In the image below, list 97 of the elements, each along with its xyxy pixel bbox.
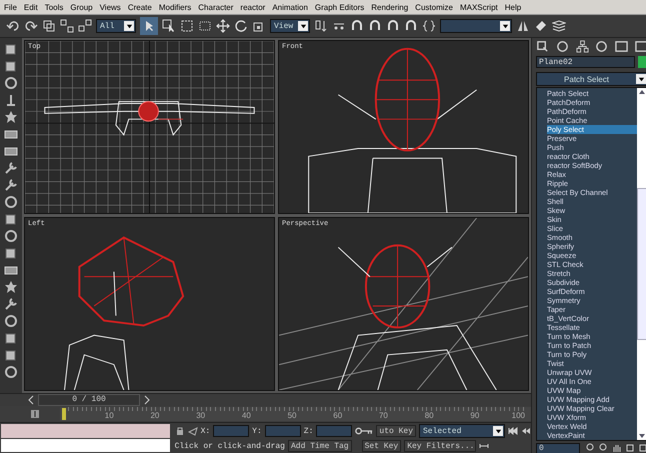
menu-item[interactable]: Create <box>128 2 152 12</box>
menu-item[interactable]: Help <box>504 2 522 12</box>
menu-item[interactable]: Group <box>70 2 93 12</box>
caret-icon <box>502 22 508 30</box>
set-key-button[interactable]: Set Key <box>362 440 402 452</box>
mirror-icon[interactable] <box>516 19 530 33</box>
script-listener-field[interactable] <box>1 424 170 438</box>
selection-filter-dropdown[interactable]: All <box>96 19 136 33</box>
frame-number: 10 <box>104 411 114 420</box>
frame-number: 30 <box>195 411 206 420</box>
move-icon[interactable] <box>216 19 230 33</box>
go-to-start-icon[interactable] <box>508 426 518 436</box>
trackbar-toggle-icon[interactable] <box>30 409 40 419</box>
box-icon[interactable] <box>4 212 18 226</box>
scrollbar[interactable] <box>637 88 646 440</box>
hierarchy-icon[interactable] <box>576 40 589 53</box>
coordinate-field[interactable] <box>264 425 301 437</box>
wrench-icon[interactable] <box>4 161 18 175</box>
object-color-swatch[interactable] <box>638 56 646 68</box>
monitor-icon[interactable] <box>615 40 628 53</box>
frame-number: 50 <box>286 411 296 420</box>
menu-item[interactable]: Rendering <box>371 2 408 12</box>
frame-number: 80 <box>424 411 434 420</box>
menu-item[interactable]: Character <box>198 2 234 12</box>
star-icon[interactable] <box>4 110 18 124</box>
layers-icon[interactable] <box>552 19 566 33</box>
frame-number: 100 <box>510 411 525 420</box>
key-filters-button[interactable]: Key Filters... <box>404 440 476 452</box>
menu-item[interactable]: Customize <box>415 2 453 12</box>
coordinate-label: X: <box>200 426 210 436</box>
rotate-icon[interactable] <box>234 19 248 33</box>
current-frame-field[interactable]: 0 <box>536 443 580 453</box>
caret-icon <box>494 428 502 434</box>
track-bar[interactable]: 10 20 30 40 50 60 70 80 90 100 <box>60 407 531 421</box>
coordinate-label: Y: <box>252 426 262 436</box>
frame-marker <box>62 408 66 420</box>
lock-icon[interactable] <box>174 426 185 436</box>
time-slider-handle[interactable]: 0 / 100 <box>38 394 140 406</box>
panel-icon[interactable] <box>634 40 646 53</box>
menu-item[interactable]: Edit <box>24 2 38 12</box>
menu-item[interactable]: Views <box>100 2 121 12</box>
coordinate-label: Z: <box>304 426 314 436</box>
select-by-name-icon[interactable] <box>162 19 176 33</box>
box-icon[interactable] <box>4 348 18 362</box>
circle-icon[interactable] <box>4 76 18 90</box>
frame-number: 60 <box>332 411 342 420</box>
scroll-down-icon[interactable] <box>638 432 646 440</box>
menu-item[interactable]: File <box>4 2 17 12</box>
menu-item[interactable]: reactor <box>240 2 266 12</box>
triangle-icon[interactable] <box>188 426 198 436</box>
box-icon[interactable] <box>638 443 646 453</box>
scroll-up-icon[interactable] <box>638 88 646 96</box>
link-icon[interactable] <box>42 19 56 33</box>
frame-number: 90 <box>469 411 480 420</box>
menu-item[interactable]: Animation <box>272 2 308 12</box>
star-icon[interactable] <box>4 280 18 294</box>
undo-icon[interactable] <box>6 19 20 33</box>
frame-number: 70 <box>378 411 388 420</box>
select-cursor-icon[interactable] <box>140 17 158 35</box>
previous-frame-icon[interactable] <box>521 426 531 436</box>
scrollbar-thumb[interactable] <box>637 188 646 340</box>
auto-key-button[interactable]: uto Key <box>376 425 416 437</box>
region-select-icon[interactable] <box>180 19 194 33</box>
caret-icon <box>300 22 306 30</box>
menu-item[interactable]: Tools <box>44 2 64 12</box>
frame-number: 40 <box>240 411 251 420</box>
status-prompt: Click or click-and-drag <box>174 442 285 450</box>
menu-item[interactable]: Graph Editors <box>314 2 364 12</box>
add-time-tag-button[interactable]: Add Time Tag <box>288 440 352 452</box>
wrench-icon[interactable] <box>4 297 18 311</box>
menu-item[interactable]: MAXScript <box>460 2 498 12</box>
caret-icon <box>638 76 644 82</box>
pivot-icon[interactable] <box>314 19 328 33</box>
bind-icon[interactable] <box>78 19 92 33</box>
named-selection-dropdown[interactable] <box>440 19 512 33</box>
redo-icon[interactable] <box>24 19 38 33</box>
circle-icon[interactable] <box>4 229 18 243</box>
object-name-field[interactable]: Plane02 <box>536 56 635 68</box>
caret-icon <box>126 22 132 30</box>
coordinate-field[interactable] <box>213 425 250 437</box>
frame-number: 20 <box>149 411 160 420</box>
braces-icon[interactable] <box>422 19 436 33</box>
circle-icon[interactable] <box>4 314 18 328</box>
circle-icon[interactable] <box>556 40 569 53</box>
menu-item[interactable]: Modifiers <box>158 2 192 12</box>
circle-icon[interactable] <box>595 40 608 53</box>
script-output-field[interactable] <box>1 438 170 452</box>
key-mode-dropdown[interactable]: Selected <box>419 424 505 438</box>
align-icon[interactable] <box>534 19 548 33</box>
reference-coordinate-dropdown[interactable]: View <box>270 19 310 33</box>
coordinate-field[interactable] <box>316 425 352 437</box>
key-mode-icon[interactable] <box>479 441 490 451</box>
modifier-list-dropdown[interactable]: Patch Select <box>536 72 646 86</box>
unlink-icon[interactable] <box>60 19 74 33</box>
window-select-icon[interactable] <box>198 19 212 33</box>
box-icon[interactable] <box>4 59 18 73</box>
box-icon[interactable] <box>625 443 635 453</box>
